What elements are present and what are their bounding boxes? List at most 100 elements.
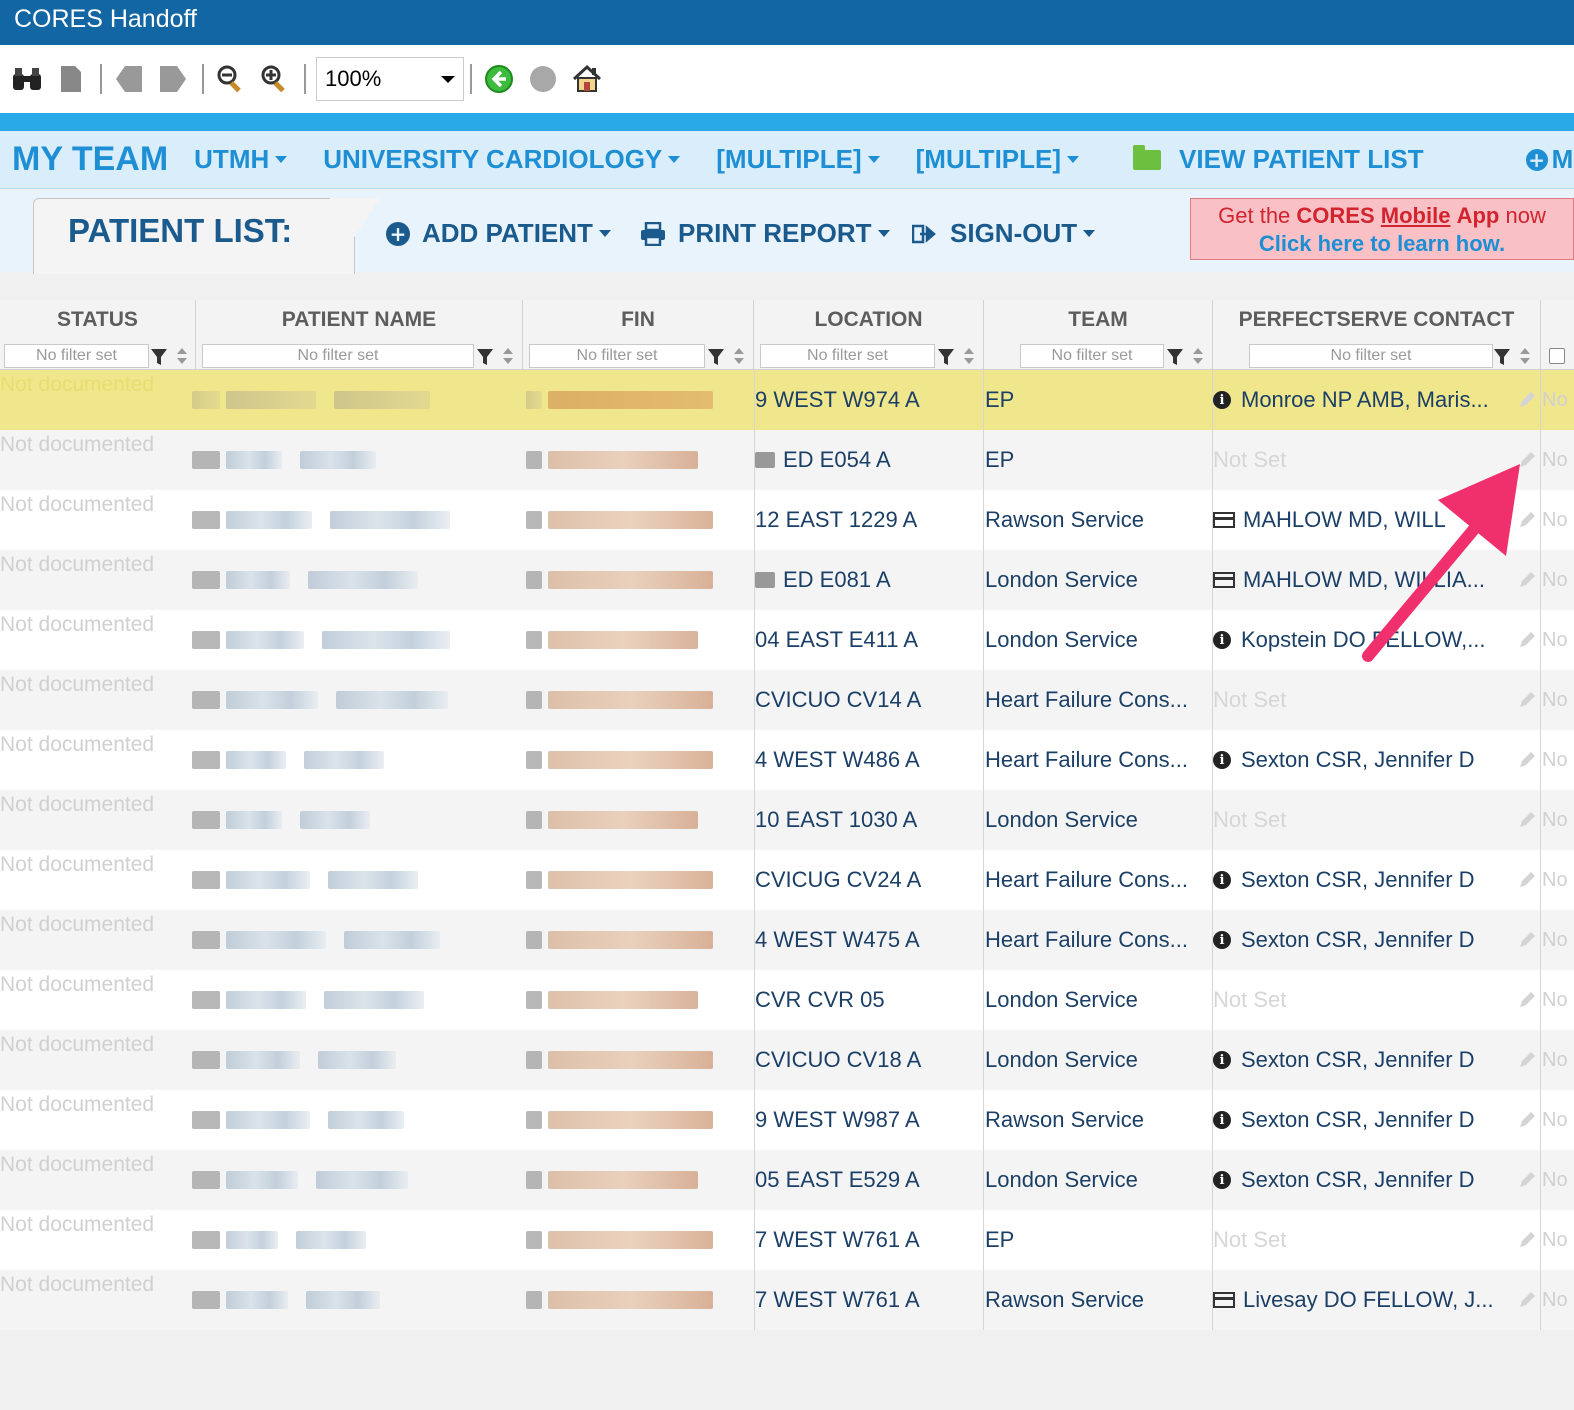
fin-cell[interactable] <box>526 790 726 850</box>
sort-icon[interactable] <box>1192 347 1204 365</box>
edit-pencil-icon[interactable] <box>1518 490 1538 550</box>
status-cell[interactable]: Not documented <box>0 970 190 1030</box>
fin-cell[interactable] <box>526 910 726 970</box>
team-cell[interactable]: Heart Failure Cons... <box>985 670 1210 730</box>
table-row[interactable]: Not documented 4 WEST W486 A Heart Failure… <box>0 730 1574 790</box>
overflow-checkbox[interactable] <box>1549 348 1565 364</box>
contact-cell[interactable]: i Sexton CSR, Jennifer D <box>1213 1090 1523 1150</box>
add-patient-button[interactable]: + ADD PATIENT <box>386 218 611 249</box>
fin-cell[interactable] <box>526 670 726 730</box>
contact-filter[interactable]: No filter set <box>1249 344 1493 368</box>
edit-pencil-icon[interactable] <box>1518 1030 1538 1090</box>
status-cell[interactable]: Not documented <box>0 550 190 610</box>
patient-name-cell[interactable] <box>192 1270 512 1330</box>
status-cell[interactable]: Not documented <box>0 370 190 430</box>
info-icon[interactable]: i <box>1213 1171 1231 1189</box>
location-cell[interactable]: 05 EAST E529 A <box>755 1150 981 1210</box>
edit-pencil-icon[interactable] <box>1518 910 1538 970</box>
patient-name-cell[interactable] <box>192 670 512 730</box>
location-cell[interactable]: ED E081 A <box>755 550 981 610</box>
mobile-app-promo[interactable]: Get the CORES Mobile App now Click here … <box>1190 198 1574 260</box>
edit-pencil-icon[interactable] <box>1518 430 1538 490</box>
sort-icon[interactable] <box>733 347 745 365</box>
team-cell[interactable]: EP <box>985 1210 1210 1270</box>
patient-name-cell[interactable] <box>192 730 512 790</box>
stop-icon[interactable] <box>526 62 560 96</box>
location-cell[interactable]: 7 WEST W761 A <box>755 1210 981 1270</box>
team-cell[interactable]: London Service <box>985 1030 1210 1090</box>
table-row[interactable]: Not documented 05 EAST E529 A London Servi… <box>0 1150 1574 1210</box>
patient-name-cell[interactable] <box>192 850 512 910</box>
go-back-icon[interactable] <box>482 62 516 96</box>
info-icon[interactable]: i <box>1213 931 1231 949</box>
fin-cell[interactable] <box>526 1030 726 1090</box>
contact-cell[interactable]: i Sexton CSR, Jennifer D <box>1213 910 1523 970</box>
edit-pencil-icon[interactable] <box>1518 1090 1538 1150</box>
sign-out-button[interactable]: SIGN-OUT <box>912 218 1096 249</box>
info-icon[interactable]: i <box>1213 631 1231 649</box>
patient-name-cell[interactable] <box>192 790 512 850</box>
status-cell[interactable]: Not documented <box>0 1090 190 1150</box>
fin-filter[interactable]: No filter set <box>529 344 705 368</box>
location-cell[interactable]: 7 WEST W761 A <box>755 1270 981 1330</box>
table-row[interactable]: Not documented 10 EAST 1030 A London Servi… <box>0 790 1574 850</box>
patient-name-cell[interactable] <box>192 1210 512 1270</box>
patient-name-cell[interactable] <box>192 910 512 970</box>
table-row[interactable]: Not documented 7 WEST W761 A EP Not Set No <box>0 1210 1574 1270</box>
edit-pencil-icon[interactable] <box>1518 730 1538 790</box>
column-header-perfectserve-contact[interactable]: PERFECTSERVE CONTACT No filter set <box>1213 300 1541 370</box>
location-cell[interactable]: CVICUO CV18 A <box>755 1030 981 1090</box>
location-cell[interactable]: 4 WEST W486 A <box>755 730 981 790</box>
team-cell[interactable]: Rawson Service <box>985 490 1210 550</box>
table-row[interactable]: Not documented 04 EAST E411 A London Servi… <box>0 610 1574 670</box>
location-cell[interactable]: 12 EAST 1229 A <box>755 490 981 550</box>
table-row[interactable]: Not documented 4 WEST W475 A Heart Failure… <box>0 910 1574 970</box>
zoom-select[interactable]: 100% <box>316 57 464 101</box>
patient-name-cell[interactable] <box>192 1150 512 1210</box>
team-cell[interactable]: London Service <box>985 1150 1210 1210</box>
edit-pencil-icon[interactable] <box>1518 550 1538 610</box>
patient-name-cell[interactable] <box>192 370 512 430</box>
sort-icon[interactable] <box>502 347 514 365</box>
contact-cell[interactable]: MAHLOW MD, WILLIA... <box>1213 550 1523 610</box>
column-header-team[interactable]: TEAM No filter set <box>984 300 1236 370</box>
edit-pencil-icon[interactable] <box>1518 970 1538 1030</box>
filter-icon[interactable] <box>150 348 168 366</box>
status-cell[interactable]: Not documented <box>0 610 190 670</box>
fin-cell[interactable] <box>526 1270 726 1330</box>
fin-cell[interactable] <box>526 1150 726 1210</box>
patient-name-cell[interactable] <box>192 1030 512 1090</box>
nav-university-cardiology[interactable]: UNIVERSITY CARDIOLOGY <box>323 144 681 175</box>
fin-cell[interactable] <box>526 610 726 670</box>
column-header-overflow[interactable] <box>1541 300 1574 370</box>
contact-cell[interactable]: Not Set <box>1213 1210 1523 1270</box>
team-cell[interactable]: Heart Failure Cons... <box>985 910 1210 970</box>
info-icon[interactable]: i <box>1213 751 1231 769</box>
table-row[interactable]: Not documented CVICUO CV14 A Heart Failure… <box>0 670 1574 730</box>
contact-cell[interactable]: i Monroe NP AMB, Maris... <box>1213 370 1523 430</box>
forward-page-icon[interactable] <box>156 62 190 96</box>
contact-cell[interactable]: i Sexton CSR, Jennifer D <box>1213 730 1523 790</box>
fin-cell[interactable] <box>526 850 726 910</box>
team-cell[interactable]: Heart Failure Cons... <box>985 730 1210 790</box>
status-cell[interactable]: Not documented <box>0 430 190 490</box>
location-cell[interactable]: ED E054 A <box>755 430 981 490</box>
contact-cell[interactable]: Not Set <box>1213 790 1523 850</box>
patient-name-cell[interactable] <box>192 550 512 610</box>
location-cell[interactable]: 10 EAST 1030 A <box>755 790 981 850</box>
table-row[interactable]: Not documented ED E081 A London Service MAH… <box>0 550 1574 610</box>
status-cell[interactable]: Not documented <box>0 1210 190 1270</box>
filter-icon[interactable] <box>937 348 955 366</box>
team-cell[interactable]: London Service <box>985 610 1210 670</box>
table-row[interactable]: Not documented CVICUG CV24 A Heart Failure… <box>0 850 1574 910</box>
contact-cell[interactable]: i Sexton CSR, Jennifer D <box>1213 850 1523 910</box>
info-icon[interactable]: i <box>1213 1051 1231 1069</box>
table-row[interactable]: Not documented 7 WEST W761 A Rawson Servic… <box>0 1270 1574 1330</box>
nav-multiple-2[interactable]: [MULTIPLE] <box>916 144 1080 175</box>
status-cell[interactable]: Not documented <box>0 490 190 550</box>
fin-cell[interactable] <box>526 370 726 430</box>
sort-icon[interactable] <box>963 347 975 365</box>
info-icon[interactable]: i <box>1213 391 1231 409</box>
location-cell[interactable]: 9 WEST W974 A <box>755 370 981 430</box>
team-cell[interactable]: EP <box>985 430 1210 490</box>
